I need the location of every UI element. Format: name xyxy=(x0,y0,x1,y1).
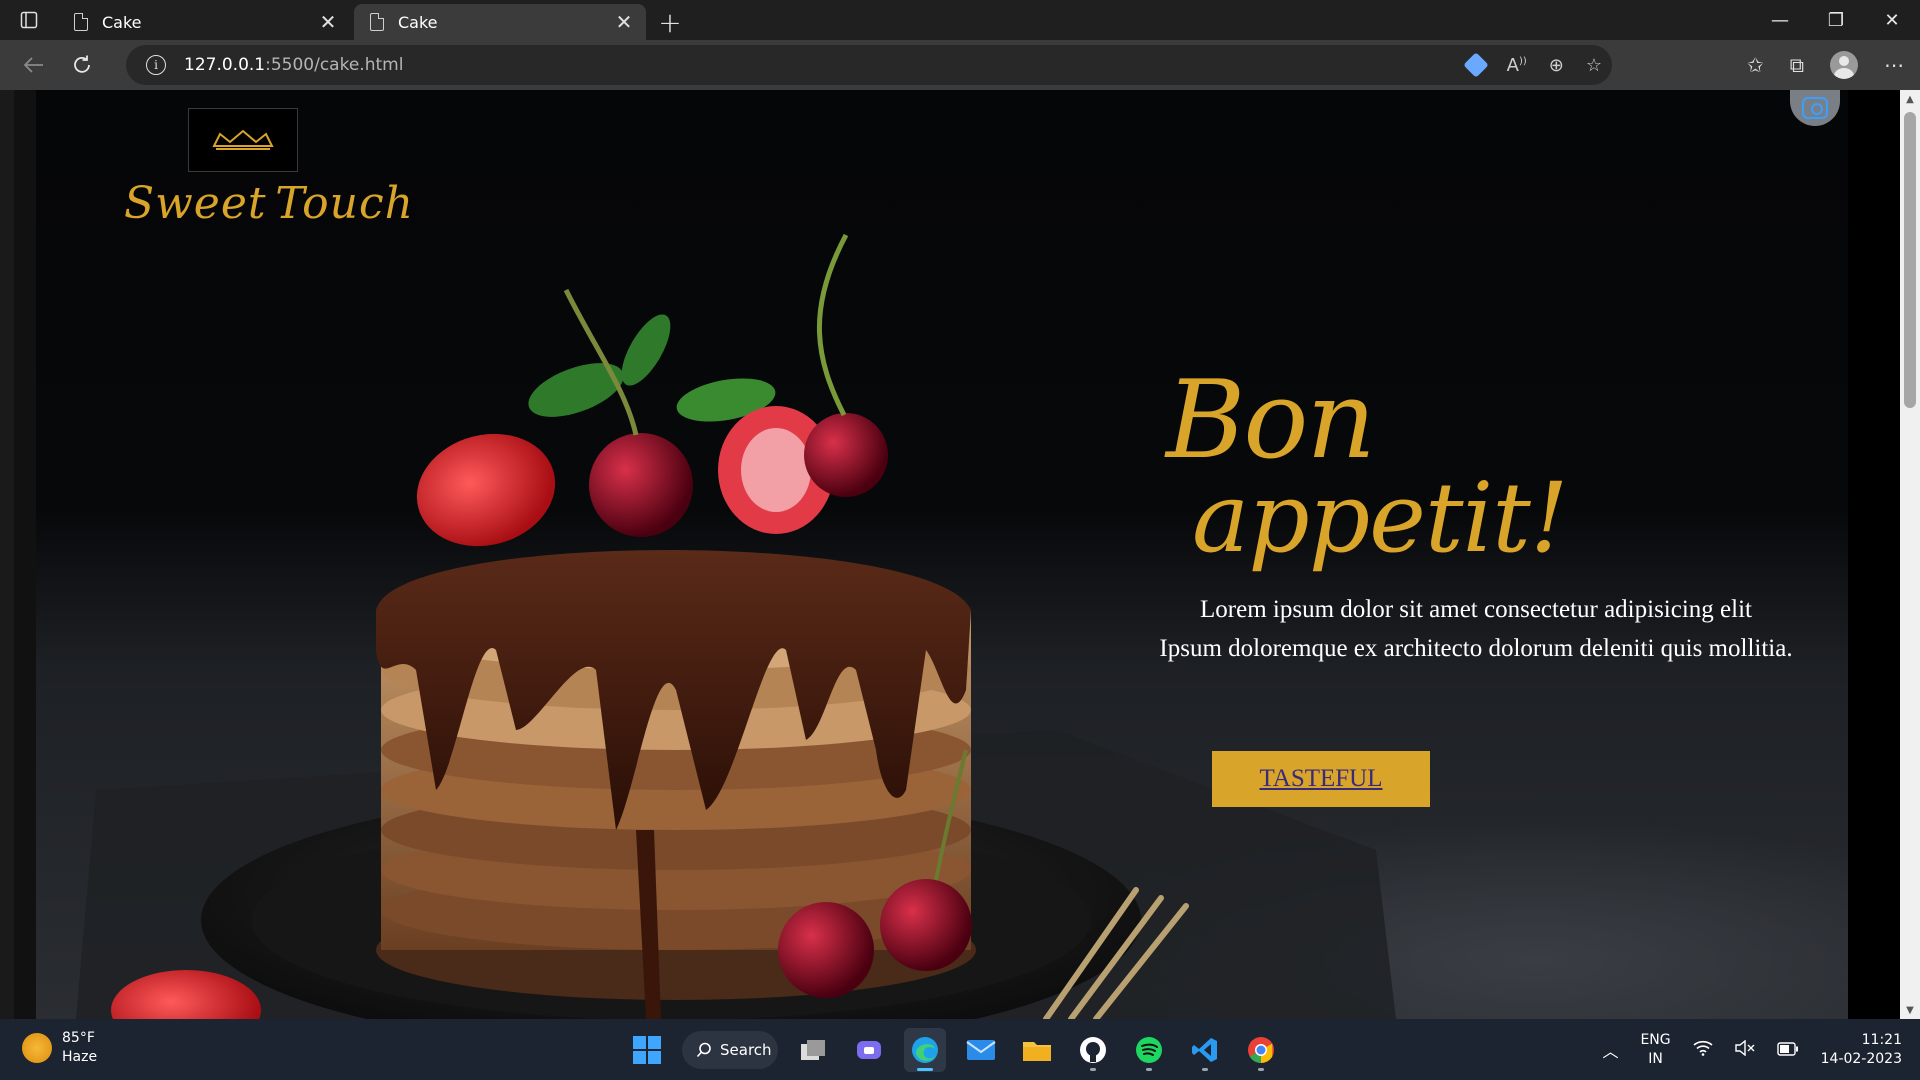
back-arrow-icon xyxy=(23,57,43,73)
file-explorer-icon xyxy=(1023,1042,1051,1061)
windows-taskbar: 85°F Haze Search ︿ ENG IN 11:21 14-02-20… xyxy=(0,1019,1920,1080)
taskbar-search[interactable]: Search xyxy=(682,1031,778,1069)
window-controls: — ❐ ✕ xyxy=(1752,0,1920,40)
system-tray: ︿ ENG IN 11:21 14-02-2023 xyxy=(1602,1027,1902,1073)
haze-weather-icon xyxy=(22,1033,52,1063)
site-info-icon[interactable]: i xyxy=(146,55,166,75)
hero-text-line1: Lorem ipsum dolor sit amet consectetur a… xyxy=(1200,596,1752,623)
hero-title: Bon appetit! xyxy=(1166,358,1568,574)
page-icon xyxy=(370,13,384,31)
github-icon xyxy=(1080,1037,1106,1063)
spotify-icon xyxy=(1136,1037,1162,1063)
system-clock[interactable]: 11:21 14-02-2023 xyxy=(1821,1031,1902,1069)
url-host: 127.0.0.1 xyxy=(184,55,266,75)
pancake-stack-image xyxy=(76,233,1396,1019)
clock-time: 11:21 xyxy=(1861,1032,1902,1048)
mail-button[interactable] xyxy=(960,1028,1002,1072)
profile-avatar[interactable] xyxy=(1830,51,1858,79)
back-button[interactable] xyxy=(10,45,58,85)
browser-tab-bar: Cake ✕ Cake ✕ + — ❐ ✕ xyxy=(0,0,1920,40)
tab-title: Cake xyxy=(398,12,438,32)
page-icon xyxy=(74,13,88,31)
hero-title-line2: appetit! xyxy=(1192,461,1568,574)
start-icon xyxy=(633,1036,661,1064)
address-bar-actions: A)) ⊕ ☆ xyxy=(1462,45,1602,85)
chrome-button[interactable] xyxy=(1240,1028,1282,1072)
brand-name: Sweet Touch xyxy=(124,178,414,229)
weather-temp: 85°F xyxy=(62,1030,95,1046)
chrome-icon xyxy=(1248,1037,1274,1064)
task-view-icon xyxy=(801,1040,825,1060)
teams-chat-button[interactable] xyxy=(848,1028,890,1072)
close-tab-icon[interactable]: ✕ xyxy=(614,10,634,34)
teams-chat-icon xyxy=(857,1041,881,1059)
refresh-button[interactable] xyxy=(58,45,106,85)
task-view-button[interactable] xyxy=(792,1028,834,1072)
vertical-scrollbar[interactable]: ▲ ▼ xyxy=(1900,90,1920,1019)
close-tab-icon[interactable]: ✕ xyxy=(318,10,338,34)
hero-description: Lorem ipsum dolor sit amet consectetur a… xyxy=(1116,590,1836,668)
edge-icon xyxy=(912,1037,938,1063)
visual-search-icon xyxy=(1802,97,1828,119)
tasteful-button[interactable]: TASTEFUL xyxy=(1212,751,1430,807)
close-window-button[interactable]: ✕ xyxy=(1864,0,1920,40)
new-tab-button[interactable]: + xyxy=(650,4,690,40)
hero-text-line2: Ipsum doloremque ex architecto dolorum d… xyxy=(1159,635,1793,662)
collections-icon[interactable]: ⧉ xyxy=(1790,53,1804,77)
url-path: :5500/cake.html xyxy=(265,55,404,75)
vscode-button[interactable] xyxy=(1184,1028,1226,1072)
wifi-icon[interactable] xyxy=(1693,1040,1713,1060)
github-button[interactable] xyxy=(1072,1028,1114,1072)
language-line2: IN xyxy=(1648,1051,1663,1067)
clock-date: 14-02-2023 xyxy=(1820,1051,1902,1067)
scroll-down-arrow-icon[interactable]: ▼ xyxy=(1900,1001,1920,1019)
restore-button[interactable]: ❐ xyxy=(1808,0,1864,40)
mail-icon xyxy=(966,1040,996,1060)
weather-widget[interactable]: 85°F Haze xyxy=(22,1029,97,1067)
language-indicator[interactable]: ENG IN xyxy=(1640,1031,1670,1069)
chevron-up-icon[interactable]: ︿ xyxy=(1602,1038,1618,1062)
brand-word-touch: Touch xyxy=(275,178,414,229)
vscode-icon xyxy=(1192,1038,1217,1062)
page-left-edge-inner xyxy=(14,90,36,1019)
hero-section: Sweet Touch Bon appetit! Lorem ipsum dol… xyxy=(36,90,1848,1019)
read-aloud-icon[interactable]: A)) xyxy=(1507,55,1527,76)
taskbar-apps: Search xyxy=(626,1027,1282,1073)
tab-cake-2[interactable]: Cake ✕ xyxy=(354,4,646,40)
start-button[interactable] xyxy=(626,1028,668,1072)
hero-title-line1: Bon xyxy=(1166,358,1376,483)
battery-icon[interactable] xyxy=(1776,1041,1799,1060)
minimize-button[interactable]: — xyxy=(1752,0,1808,40)
scroll-up-arrow-icon[interactable]: ▲ xyxy=(1900,90,1920,108)
more-menu-icon[interactable]: ⋯ xyxy=(1884,53,1904,77)
page-viewport: Sweet Touch Bon appetit! Lorem ipsum dol… xyxy=(0,90,1920,1019)
add-favorite-icon[interactable]: ☆ xyxy=(1586,55,1602,76)
tab-title: Cake xyxy=(102,12,142,32)
tab-cake-1[interactable]: Cake ✕ xyxy=(58,4,350,40)
search-label: Search xyxy=(720,1041,772,1059)
browser-toolbar-right: ✩ ⧉ ⋯ xyxy=(1747,40,1904,90)
address-bar[interactable]: i 127.0.0.1:5500/cake.html A)) ⊕ ☆ xyxy=(126,45,1612,85)
page-right-gutter xyxy=(1848,90,1900,1019)
page-left-edge xyxy=(0,90,14,1019)
tab-actions-button[interactable] xyxy=(0,0,58,40)
scrollbar-thumb[interactable] xyxy=(1904,112,1916,408)
weather-condition: Haze xyxy=(62,1049,98,1065)
edge-button[interactable] xyxy=(904,1028,946,1072)
favorites-icon[interactable]: ✩ xyxy=(1747,53,1764,77)
address-toolbar: i 127.0.0.1:5500/cake.html A)) ⊕ ☆ ✩ ⧉ ⋯ xyxy=(0,40,1920,90)
file-explorer-button[interactable] xyxy=(1016,1028,1058,1072)
refresh-icon xyxy=(74,55,90,73)
tab-actions-icon xyxy=(20,11,38,29)
search-icon xyxy=(696,1042,711,1058)
brand-logo[interactable] xyxy=(188,108,298,172)
volume-muted-icon[interactable] xyxy=(1734,1039,1755,1060)
zoom-icon[interactable]: ⊕ xyxy=(1549,55,1564,76)
language-line1: ENG xyxy=(1640,1032,1671,1048)
spotify-button[interactable] xyxy=(1128,1028,1170,1072)
brand-word-sweet: Sweet xyxy=(124,178,267,229)
shopping-tag-icon[interactable] xyxy=(1462,52,1489,78)
crown-icon xyxy=(212,129,274,150)
